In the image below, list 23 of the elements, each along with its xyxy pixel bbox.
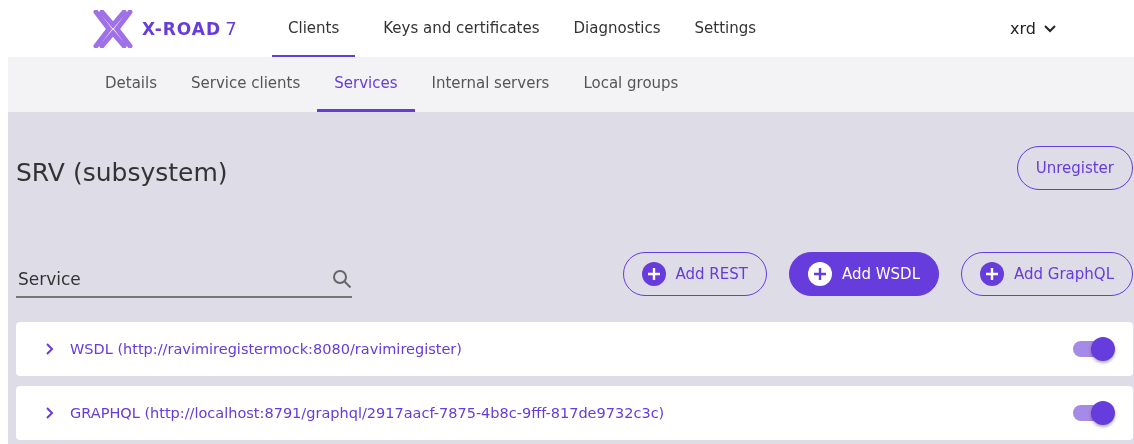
chevron-down-icon[interactable] (1044, 24, 1056, 33)
sub-tab[interactable]: Local groups (566, 57, 696, 112)
search-field[interactable]: Service (16, 268, 332, 290)
chevron-right-icon[interactable] (46, 407, 54, 419)
nav-tab[interactable]: Diagnostics (557, 0, 677, 57)
logo-version: 7 (225, 18, 237, 39)
chevron-right-icon[interactable] (46, 343, 54, 355)
user-name[interactable]: xrd (1010, 19, 1036, 38)
page-title: SRV (subsystem) (16, 158, 228, 187)
logo-icon (92, 9, 134, 48)
plus-icon (807, 262, 832, 286)
sub-tab[interactable]: Service clients (174, 57, 318, 112)
service-link[interactable]: WSDL (http://ravimiregistermock:8080/ravimiregister) (70, 341, 1073, 357)
add-button[interactable]: Add WSDL (788, 252, 939, 296)
nav-tab[interactable]: Settings (678, 0, 773, 57)
logo-text: X-ROAD (142, 18, 222, 39)
plus-icon (641, 262, 666, 286)
search-icon (332, 269, 352, 289)
sub-tab[interactable]: Internal servers (414, 57, 567, 112)
sub-tab[interactable]: Details (88, 57, 174, 112)
service-link[interactable]: GRAPHQL (http://localhost:8791/graphql/2917aacf-7875-4b8c-9fff-817de9732c3c) (70, 405, 1073, 421)
nav-tab[interactable]: Keys and certificates (367, 0, 556, 57)
plus-icon (980, 262, 1004, 286)
